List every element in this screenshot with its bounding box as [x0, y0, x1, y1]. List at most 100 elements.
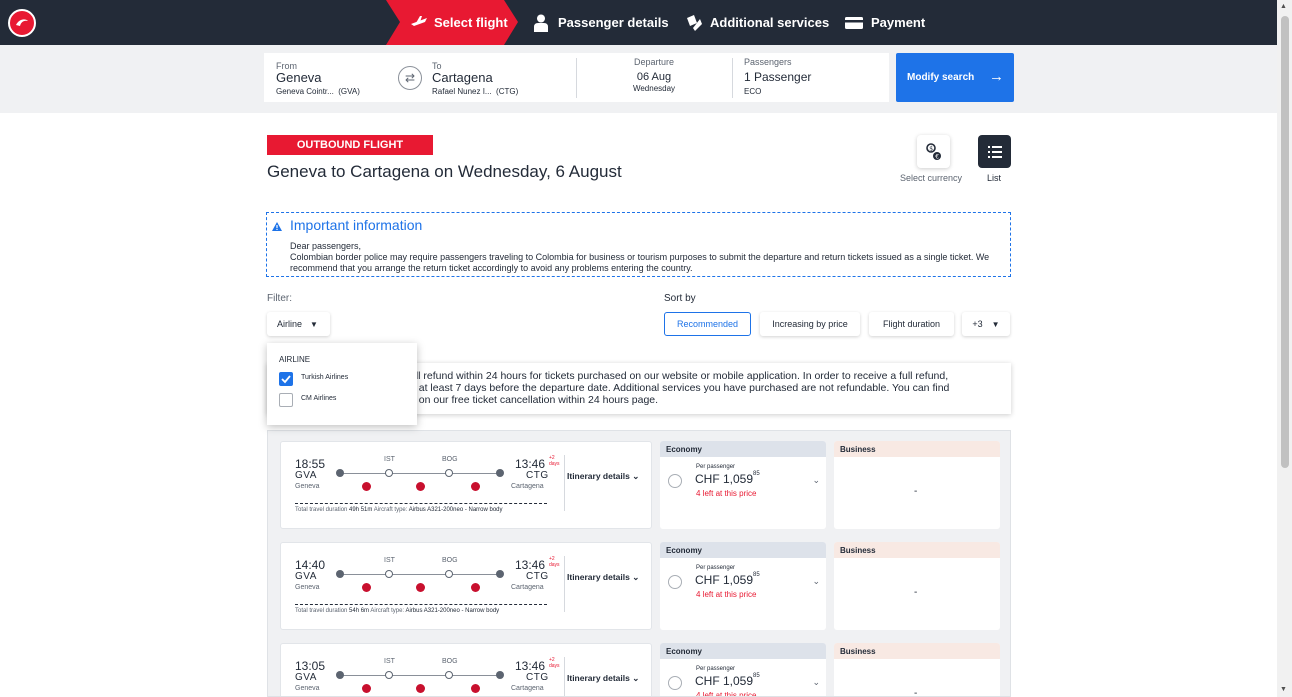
aircraft-label: Aircraft type: — [373, 507, 408, 513]
itinerary-details-label: Itinerary details — [567, 471, 630, 481]
option-cm-airlines[interactable]: CM Airlines — [301, 395, 336, 402]
economy-fare-card[interactable]: Economy Per passenger CHF 1,05985 4 left at… — [660, 643, 826, 697]
step-additional-services[interactable]: Additional services — [685, 0, 829, 45]
divider — [732, 58, 733, 98]
departure-time: 13:05 — [295, 659, 326, 673]
turkish-airlines-icon — [471, 482, 480, 491]
passengers-field[interactable]: Passengers 1 Passenger ECO — [744, 57, 811, 96]
flight-card[interactable]: 13:05 GVA Geneva IST BOG 13:46 +2 days CTG Cartag… — [280, 643, 652, 696]
per-passenger-label: Per passenger — [696, 464, 736, 470]
list-icon — [987, 145, 1002, 158]
divider — [564, 556, 565, 612]
airline-filter-label: Airline — [277, 319, 303, 329]
from-field[interactable]: From Geneva Geneva Cointr... (GVA) — [276, 61, 360, 96]
route-line — [340, 574, 503, 575]
arrival-code: CTG — [526, 470, 549, 481]
economy-fare-card[interactable]: Economy Per passenger CHF 1,05985 4 left at… — [660, 542, 826, 630]
step-passenger-details-label: Passenger details — [558, 15, 669, 30]
scroll-up-icon[interactable]: ▲ — [1280, 3, 1287, 10]
stop-2-code: BOG — [442, 456, 458, 463]
economy-radio[interactable] — [668, 676, 682, 690]
itinerary-details-button[interactable]: Itinerary details ⌄ — [567, 471, 639, 482]
scrollbar-thumb[interactable] — [1281, 16, 1289, 468]
svg-text:$: $ — [929, 145, 933, 152]
origin-dot — [336, 570, 344, 578]
flight-card[interactable]: 18:55 GVA Geneva IST BOG 13:46 +2 days CTG Cartag… — [280, 441, 652, 529]
business-fare-card[interactable]: Business - — [834, 643, 1000, 696]
turkish-airlines-logo[interactable] — [8, 9, 36, 37]
seats-left: 4 left at this price — [696, 691, 757, 697]
route-line — [340, 473, 503, 474]
filter-label: Filter: — [267, 293, 292, 304]
stop-dot — [385, 469, 393, 477]
select-currency-button[interactable]: $ € — [917, 135, 950, 168]
passengers-label: Passengers — [744, 57, 792, 67]
caret-down-icon: ▼ — [991, 319, 1000, 329]
modify-search-button[interactable]: Modify search → — [896, 53, 1014, 102]
chevron-down-icon: ⌄ — [632, 673, 640, 683]
arrival-code: CTG — [526, 571, 549, 582]
option-turkish-airlines[interactable]: Turkish Airlines — [301, 374, 348, 381]
arrival-city: Cartagena — [511, 483, 544, 490]
aircraft-label: Aircraft type: — [370, 608, 405, 614]
sort-increasing-price[interactable]: Increasing by price — [760, 312, 860, 336]
swap-icon[interactable]: ⇄ — [398, 66, 422, 90]
to-field[interactable]: To Cartagena Rafael Nunez I... (CTG) — [432, 61, 518, 96]
price-value: CHF 1,059 — [695, 573, 754, 587]
sort-recommended[interactable]: Recommended — [664, 312, 751, 336]
days-label: days — [549, 461, 560, 467]
stop-dot — [445, 469, 453, 477]
economy-radio[interactable] — [668, 575, 682, 589]
to-airport: Rafael Nunez I... — [432, 87, 492, 96]
chevron-down-icon[interactable]: ⌄ — [812, 576, 820, 587]
checkbox-cm-airlines[interactable] — [279, 393, 293, 407]
arrival-city: Cartagena — [511, 685, 544, 692]
divider — [295, 503, 547, 504]
step-additional-services-label: Additional services — [710, 15, 830, 30]
divider — [295, 604, 547, 605]
economy-header: Economy — [660, 441, 826, 457]
svg-text:€: € — [935, 153, 939, 160]
business-fare-card[interactable]: Business - — [834, 441, 1000, 529]
cabin-class: ECO — [744, 87, 762, 96]
person-icon — [534, 14, 548, 32]
economy-price: CHF 1,05985 — [695, 673, 760, 688]
plane-icon — [411, 16, 427, 26]
step-passenger-details[interactable]: Passenger details — [534, 0, 669, 45]
arrow-right-icon: → — [989, 68, 1004, 85]
price-cents: 85 — [753, 572, 760, 578]
departure-city: Geneva — [295, 685, 320, 692]
economy-header: Economy — [660, 643, 826, 659]
departure-field[interactable]: Departure 06 Aug Wednesday — [604, 57, 704, 93]
per-passenger-label: Per passenger — [696, 565, 736, 571]
sort-more-button[interactable]: +3 ▼ — [962, 312, 1010, 336]
info-body: Colombian border police may require pass… — [290, 252, 990, 273]
sort-more-label: +3 — [972, 319, 983, 329]
itinerary-details-button[interactable]: Itinerary details ⌄ — [567, 572, 639, 583]
aircraft-value: Airbus A321-200neo - Narrow body — [408, 507, 503, 513]
economy-radio[interactable] — [668, 474, 682, 488]
chevron-down-icon[interactable]: ⌄ — [812, 677, 820, 688]
list-view-label: List — [987, 173, 1002, 183]
step-payment[interactable]: Payment — [845, 0, 925, 45]
sort-flight-duration[interactable]: Flight duration — [869, 312, 954, 336]
stop-dot — [385, 570, 393, 578]
destination-dot — [496, 570, 504, 578]
info-greeting: Dear passengers, — [290, 241, 362, 251]
airline-filter-button[interactable]: Airline ▼ — [267, 312, 330, 336]
stop-1-code: IST — [384, 456, 395, 463]
seats-left: 4 left at this price — [696, 590, 757, 599]
duration-label: Total travel duration — [295, 608, 348, 614]
price-cents: 85 — [753, 471, 760, 477]
checkbox-turkish-airlines[interactable] — [279, 372, 293, 386]
flight-card[interactable]: 14:40 GVA Geneva IST BOG 13:46 +2 days CTG Cartag… — [280, 542, 652, 630]
itinerary-details-label: Itinerary details — [567, 572, 630, 582]
scroll-down-icon[interactable]: ▼ — [1280, 686, 1287, 693]
economy-fare-card[interactable]: Economy Per passenger CHF 1,05985 4 left at… — [660, 441, 826, 529]
itinerary-details-button[interactable]: Itinerary details ⌄ — [567, 673, 639, 684]
business-fare-card[interactable]: Business - — [834, 542, 1000, 630]
to-code: (CTG) — [496, 87, 519, 96]
step-select-flight[interactable]: Select flight — [386, 0, 518, 45]
list-view-button[interactable] — [978, 135, 1011, 168]
chevron-down-icon[interactable]: ⌄ — [812, 475, 820, 486]
